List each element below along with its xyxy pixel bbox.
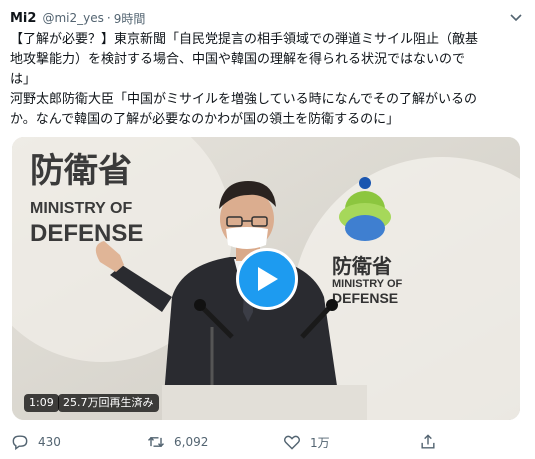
chevron-down-icon[interactable] [509,11,523,25]
tweet-text-line: は」 [10,72,37,87]
share-icon [421,434,435,449]
tweet-actions: 430 6,092 1万 [10,430,530,454]
backdrop-logo-en-1: MINISTRY OF [30,200,132,217]
tweet-header: Mi2 @mi2_yes · 9時間 [10,8,523,28]
tweet-text: 【了解が必要？】東京新聞「自民党提言の相手領域での弾道ミサイル阻止（敵基 地攻撃… [10,30,525,130]
reply-count: 430 [38,435,61,449]
podium-logo-en-1: MINISTRY OF [332,278,403,290]
retweet-button[interactable]: 6,092 [146,430,208,454]
backdrop-logo-en-2: DEFENSE [30,220,143,247]
retweet-count: 6,092 [174,435,209,449]
reply-icon [12,435,28,451]
user-handle[interactable]: @mi2_yes [42,11,103,25]
tweet-text-line: 【了解が必要？】東京新聞「自民党提言の相手領域での弾道ミサイル阻止（敵基 [10,32,479,47]
like-count: 1万 [310,435,330,450]
video-player[interactable]: 防衛省 MINISTRY OF DEFENSE 防衛省 MINISTRY OF … [12,137,520,420]
video-view-count: 25.7万回再生済み [58,394,159,412]
display-name[interactable]: Mi2 [10,11,36,26]
like-icon [284,435,300,450]
separator-dot: · [106,11,111,25]
podium-logo-kanji: 防衛省 [332,254,392,278]
podium-logo-en-2: DEFENSE [332,290,398,306]
tweet-timestamp[interactable]: 9時間 [114,10,146,27]
like-button[interactable]: 1万 [282,430,330,454]
tweet-text-line: 河野太郎防衛大臣「中国がミサイルを増強している時になんでその了解がいるの [10,92,477,107]
tweet-text-line: 地攻撃能力）を検討する場合、中国や韓国の理解を得られる状況ではないので [10,52,466,67]
video-duration: 1:09 [24,394,59,412]
share-button[interactable] [418,430,438,454]
tweet-text-line: か。なんで韓国の了解が必要なのかわが国の領土を防衛するのに」 [10,112,400,127]
retweet-icon [147,436,165,448]
play-icon [258,267,278,291]
backdrop-logo-kanji: 防衛省 [30,152,132,190]
reply-button[interactable]: 430 [10,430,61,454]
play-button[interactable] [236,248,298,310]
